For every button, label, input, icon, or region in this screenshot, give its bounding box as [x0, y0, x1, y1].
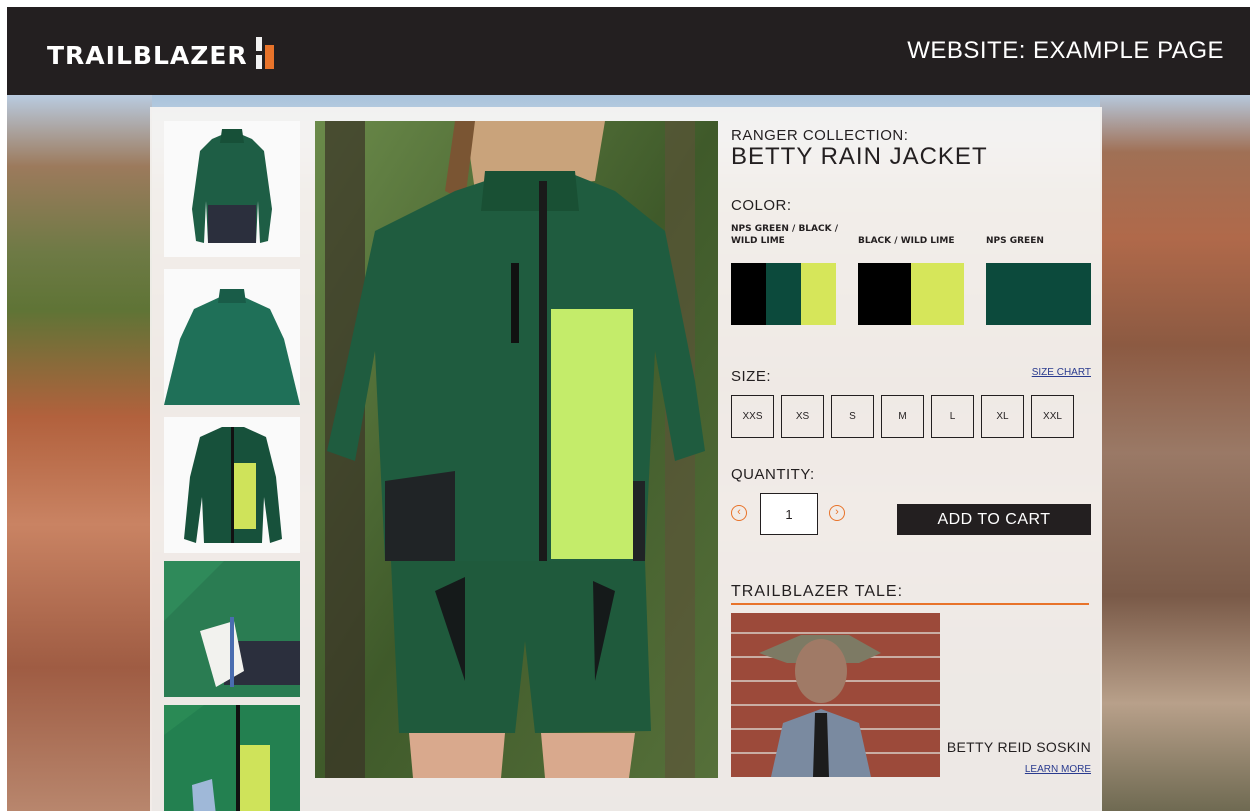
size-option-xxs[interactable]: XXS — [731, 395, 774, 438]
tale-divider — [731, 603, 1089, 605]
swatch-green-segment — [986, 263, 1091, 325]
product-panel: RANGER COLLECTION: BETTY RAIN JACKET COL… — [150, 107, 1102, 811]
swatch-label-2: BLACK / WILD LIME — [858, 236, 955, 246]
size-option-xs[interactable]: XS — [781, 395, 824, 438]
tale-title: TRAILBLAZER TALE: — [731, 583, 904, 600]
size-option-s[interactable]: S — [831, 395, 874, 438]
swatch-nps-green-black-wild-lime[interactable] — [731, 263, 836, 325]
thumbnail-4[interactable] — [164, 561, 300, 697]
swatch-lime-segment — [801, 263, 836, 325]
color-label: COLOR: — [731, 197, 792, 214]
swatch-label-3: NPS GREEN — [986, 236, 1044, 246]
product-title: BETTY RAIN JACKET — [731, 143, 988, 170]
size-label: SIZE: — [731, 368, 772, 385]
canyon-background-left — [7, 95, 152, 811]
chevron-left-circle-icon[interactable]: ‹ — [731, 505, 747, 521]
learn-more-link[interactable]: LEARN MORE — [1025, 764, 1091, 775]
thumbnail-2[interactable] — [164, 269, 300, 405]
swatch-label-1: NPS GREEN / BLACK / WILD LIME — [731, 224, 839, 246]
quantity-input[interactable]: 1 — [760, 493, 818, 535]
logo-text: TRAILBLAZER — [47, 40, 248, 70]
page-frame: TRAILBLAZER WEBSITE: EXAMPLE PAGE RANGER… — [7, 7, 1250, 811]
logo-mark-icon — [254, 37, 280, 73]
size-options: XXS XS S M L XL XXL — [731, 395, 1074, 438]
thumbnail-1[interactable] — [164, 121, 300, 257]
size-option-m[interactable]: M — [881, 395, 924, 438]
swatch-nps-green[interactable] — [986, 263, 1091, 325]
site-header: TRAILBLAZER WEBSITE: EXAMPLE PAGE — [7, 7, 1250, 95]
canyon-background-right — [1100, 95, 1250, 811]
size-chart-link[interactable]: SIZE CHART — [1032, 367, 1091, 378]
swatch-green-segment — [766, 263, 801, 325]
size-option-xl[interactable]: XL — [981, 395, 1024, 438]
tale-portrait-image — [731, 613, 940, 777]
page-heading: WEBSITE: EXAMPLE PAGE — [907, 37, 1224, 64]
add-to-cart-button[interactable]: ADD TO CART — [897, 504, 1091, 535]
tale-person-name: BETTY REID SOSKIN — [946, 739, 1091, 755]
swatch-black-segment — [731, 263, 766, 325]
thumbnail-3[interactable] — [164, 417, 300, 553]
quantity-label: QUANTITY: — [731, 466, 815, 483]
size-option-l[interactable]: L — [931, 395, 974, 438]
collection-label: RANGER COLLECTION: — [731, 127, 909, 144]
main-product-image — [315, 121, 718, 778]
size-option-xxl[interactable]: XXL — [1031, 395, 1074, 438]
swatch-black-segment — [858, 263, 911, 325]
swatch-lime-segment — [911, 263, 964, 325]
thumbnail-5[interactable] — [164, 705, 300, 811]
brand-logo[interactable]: TRAILBLAZER — [47, 37, 280, 73]
swatch-black-wild-lime[interactable] — [858, 263, 964, 325]
chevron-right-circle-icon[interactable]: › — [829, 505, 845, 521]
